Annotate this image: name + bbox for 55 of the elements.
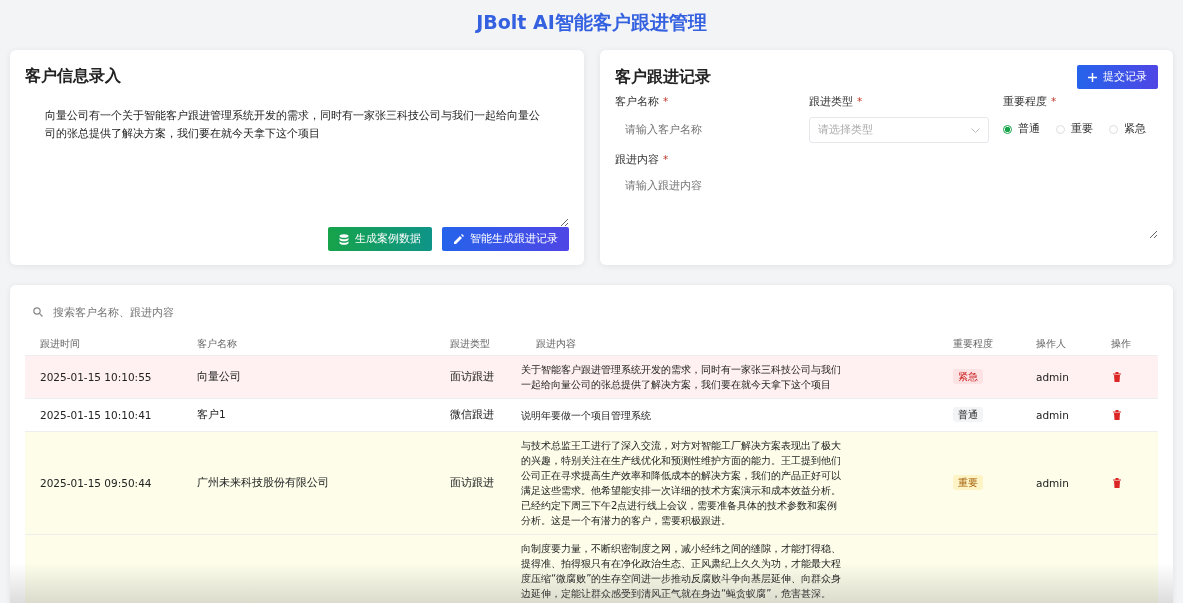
plus-icon bbox=[1088, 72, 1097, 82]
database-icon bbox=[339, 233, 349, 245]
table-cell-text: 客户1 bbox=[196, 408, 227, 422]
generate-record-button[interactable]: 智能生成跟进记录 bbox=[442, 227, 569, 251]
delete-button[interactable] bbox=[1113, 372, 1121, 382]
delete-button[interactable] bbox=[1113, 478, 1121, 488]
chevron-down-icon bbox=[971, 127, 980, 133]
table-cell-text: 向制度要力量，不断织密制度之网，减小经纬之间的缝隙，才能打得稳、提得准、拍得狠只有在净化政治生态、正风肃纪上久久为功，才能最大程度压缩“微腐败”的生存空间进一步推动反腐败斗争向基层延伸、向群众身边延伸，定能让群众感受到清风正气就在身边“蝇贪蚁腐”，危害甚深。 bbox=[521, 542, 843, 601]
table-cell-text: 与技术总监王工进行了深入交流，对方对智能工厂解决方案表现出了极大的兴趣，特别关注在生产线优化和预测性维护方面的能力。王工提到他们公司正在寻求提高生产效率和降低成本的解决方案，我们的产品正好可以满足这些需求。他希望能安排一次详细的技术方案演示和成本效益分析。已经约定下周三下午2点进行线上会议，需要准备具体的技术参数和案例分析。这是一个有潜力的客户，需要积极跟进。 bbox=[521, 439, 842, 528]
required-mark: * bbox=[663, 95, 669, 109]
column-header: 操作人 bbox=[1035, 337, 1067, 351]
card-title: 客户跟进记录 bbox=[615, 66, 711, 88]
sample-data-button[interactable]: 生成案例数据 bbox=[328, 227, 432, 251]
table-cell-text: 向量公司 bbox=[196, 370, 242, 384]
table-cell-text: 关于智能客户跟进管理系统开发的需求，同时有一家张三科技公司与我们一起给向量公司的张总提供了解决方案，我们要在就今天拿下这个项目 bbox=[521, 363, 842, 392]
column-header: 操作 bbox=[1110, 337, 1132, 351]
table-cell-text: 2025-01-15 09:50:44 bbox=[39, 477, 153, 489]
table-cell-text: 面访跟进 bbox=[449, 476, 495, 490]
submit-button[interactable]: 提交记录 bbox=[1077, 65, 1158, 89]
field-label: 客户名称 bbox=[615, 95, 659, 109]
required-mark: * bbox=[1051, 95, 1057, 109]
search-field[interactable]: 搜索客户名称、跟进内容 bbox=[51, 305, 355, 319]
importance-radio[interactable]: 紧急 bbox=[1109, 122, 1146, 136]
column-header: 跟进类型 bbox=[449, 337, 491, 351]
importance-tag: 紧急 bbox=[953, 369, 983, 384]
column-header: 重要程度 bbox=[952, 337, 994, 351]
pencil-icon bbox=[453, 233, 464, 245]
table-cell-text: 说明年要做一个项目管理系统 bbox=[521, 408, 652, 423]
column-header: 客户名称 bbox=[196, 337, 238, 351]
field-label: 跟进类型 bbox=[809, 95, 853, 109]
importance-tag: 普通 bbox=[953, 407, 983, 422]
required-mark: * bbox=[663, 153, 669, 167]
table-cell-text: admin bbox=[1035, 409, 1070, 421]
table-cell-text: 2025-01-15 10:10:41 bbox=[39, 409, 153, 421]
importance-radio[interactable]: 普通 bbox=[1003, 122, 1040, 136]
search-icon bbox=[33, 307, 43, 317]
delete-button[interactable] bbox=[1113, 410, 1121, 420]
column-header: 跟进时间 bbox=[39, 337, 81, 351]
trash-icon bbox=[1113, 410, 1121, 420]
field-label: 跟进内容 bbox=[615, 153, 659, 167]
table-cell-text: 2025-01-15 10:10:55 bbox=[39, 371, 153, 383]
card-title: 客户信息录入 bbox=[25, 66, 122, 87]
table-cell-text: 微信跟进 bbox=[449, 408, 495, 422]
trash-icon bbox=[1113, 372, 1121, 382]
importance-radio[interactable]: 重要 bbox=[1056, 122, 1093, 136]
field-label: 重要程度 bbox=[1003, 95, 1047, 109]
importance-tag: 重要 bbox=[953, 475, 983, 490]
table-cell-text: 面访跟进 bbox=[449, 370, 495, 384]
required-mark: * bbox=[857, 95, 863, 109]
trash-icon bbox=[1113, 478, 1121, 488]
column-header: 跟进内容 bbox=[535, 337, 577, 351]
page-title: JBolt AI智能客户跟进管理 bbox=[476, 10, 707, 35]
table-cell-text: admin bbox=[1035, 477, 1070, 489]
table-cell-text: 广州未来科技股份有限公司 bbox=[196, 476, 330, 490]
table-cell-text: admin bbox=[1035, 371, 1070, 383]
